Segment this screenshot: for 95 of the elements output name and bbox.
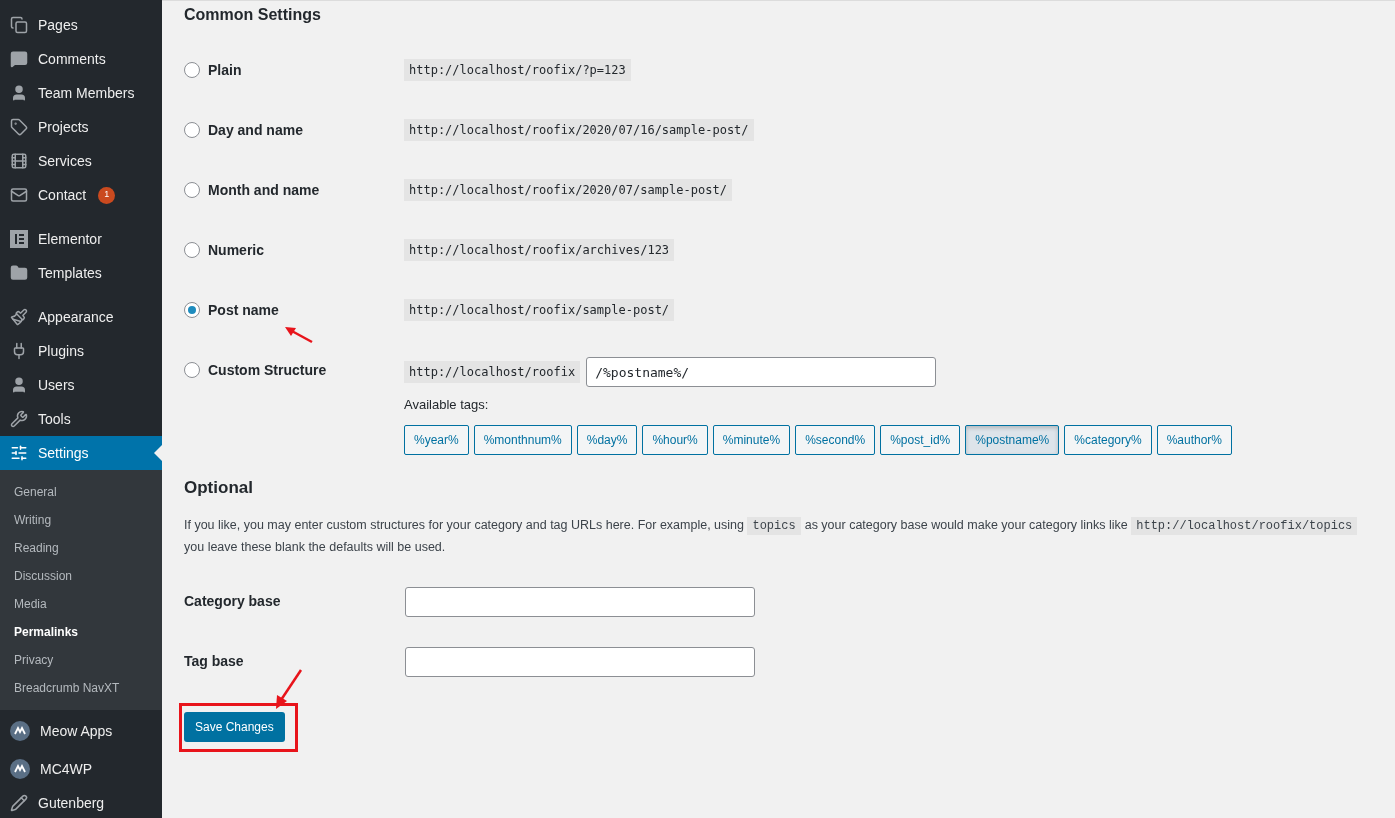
option-label: Month and name [208,180,320,200]
menu-label: Pages [38,15,78,35]
radio-button[interactable] [184,362,200,378]
reel-icon [10,152,28,170]
tag-button[interactable]: %postname% [965,424,1060,455]
option-label: Custom Structure [208,360,327,380]
menu-label: Meow Apps [40,721,113,741]
menu-item[interactable]: Users [0,368,162,402]
radio-button[interactable] [184,242,200,258]
comment-icon [10,50,28,68]
user-icon [10,84,28,102]
menu-item[interactable]: Projects [0,110,162,144]
input-field[interactable] [405,646,755,677]
menu-item[interactable]: Appearance [0,300,162,334]
user-icon [10,376,28,394]
menu-item[interactable]: Settings [0,436,162,470]
menu-item[interactable]: Elementor [0,222,162,256]
count-badge: 1 [98,186,116,204]
menu-label: MC4WP [40,759,93,779]
tag-button[interactable]: %category% [1064,424,1152,455]
menu-label: Gutenberg [38,793,105,813]
menu-item[interactable]: Services [0,144,162,178]
option-label: Post name [208,300,279,320]
submenu-item[interactable]: Breadcrumb NavXT [0,674,162,702]
radio-button[interactable] [184,182,200,198]
elementor-icon [10,230,28,248]
logo-icon [10,759,30,779]
menu-item[interactable]: Gutenberg [0,786,162,818]
menu-item[interactable]: MC4WP [0,752,162,786]
url-example: http://localhost/roofix/archives/123 [404,239,675,261]
tag-button[interactable]: %author% [1156,424,1233,455]
pages-icon [10,16,28,34]
radio-button[interactable] [184,62,200,78]
tag-button[interactable]: %post_id% [880,424,961,455]
menu-label: Appearance [38,307,114,327]
field-label: Category base [184,592,282,611]
url-example: http://localhost/roofix/sample-post/ [404,299,675,321]
option-label: Numeric [208,240,265,260]
tag-button[interactable]: %minute% [712,424,791,455]
url-example: http://localhost/roofix/?p=123 [404,59,631,81]
menu-label: Team Members [38,83,135,103]
description-text: If you like, you may enter custom structures for your category and tag URLs here. For example, using topics as your category base would make your category links like http://localhost/roofix/topics you leave these blank the defaults will be used. [184,514,1395,558]
menu-item[interactable]: Comments [0,42,162,76]
menu-label: Projects [38,117,89,137]
tag-button[interactable]: %monthnum% [473,424,572,455]
menu-label: Plugins [38,341,84,361]
settings-icon [10,444,28,462]
submenu-item[interactable]: Privacy [0,646,162,674]
menu-label: Elementor [38,229,102,249]
menu-label: Settings [38,443,89,463]
mail-icon [10,186,28,204]
submenu-item[interactable]: Media [0,590,162,618]
menu-label: Comments [38,49,106,69]
menu-item[interactable]: Meow Apps [0,714,162,748]
section-heading: Common Settings [184,5,322,25]
pencil-icon [10,794,28,812]
url-example: http://localhost/roofix/2020/07/16/sample-post/ [404,119,754,141]
menu-item[interactable]: Templates [0,256,162,290]
tag-button[interactable]: %year% [404,424,469,455]
submenu-item[interactable]: General [0,478,162,506]
menu-item[interactable]: Pages [0,8,162,42]
menu-item[interactable]: Team Members [0,76,162,110]
tag-icon [10,118,28,136]
radio-button[interactable] [184,122,200,138]
wrench-icon [10,410,28,428]
structure-field[interactable]: /%postname%/ [586,357,937,387]
menu-item[interactable]: Plugins [0,334,162,368]
option-label: Plain [208,60,242,80]
folder-icon [10,264,28,282]
radio-button[interactable] [184,302,200,318]
submenu-item[interactable]: Reading [0,534,162,562]
save-button[interactable]: Save Changes [184,711,285,742]
section-heading: Optional [184,477,254,499]
tag-button[interactable]: %hour% [642,424,708,455]
logo-icon [10,721,30,741]
tag-button[interactable]: %day% [576,424,638,455]
menu-label: Contact [38,185,87,205]
option-label: Day and name [208,120,303,140]
field-label: Tag base [184,652,245,671]
tags-label: Available tags: [404,396,490,414]
menu-item[interactable]: Tools [0,402,162,436]
input-field[interactable] [405,586,755,617]
submenu-item[interactable]: Permalinks [0,618,162,646]
url-prefix: http://localhost/roofix [404,361,581,383]
submenu-item[interactable]: Discussion [0,562,162,590]
menu-label: Services [38,151,92,171]
url-example: http://localhost/roofix/2020/07/sample-post/ [404,179,732,201]
current-pointer [154,445,162,461]
menu-label: Tools [38,409,71,429]
menu-item[interactable]: Contact 1 [0,178,162,212]
brush-icon [10,308,28,326]
tag-button[interactable]: %second% [795,424,876,455]
submenu-item[interactable]: Writing [0,506,162,534]
menu-label: Templates [38,263,102,283]
menu-label: Users [38,375,75,395]
